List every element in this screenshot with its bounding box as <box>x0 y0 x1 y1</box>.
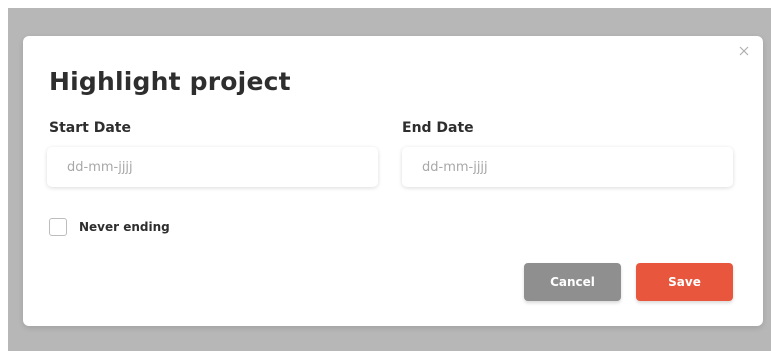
cancel-button[interactable]: Cancel <box>524 263 621 301</box>
dialog-title: Highlight project <box>49 67 291 96</box>
save-button[interactable]: Save <box>636 263 733 301</box>
highlight-project-dialog: Highlight project Start Date End Date Ne… <box>23 36 763 326</box>
start-date-input[interactable] <box>47 147 378 187</box>
never-ending-label: Never ending <box>79 220 170 234</box>
never-ending-option[interactable]: Never ending <box>49 218 170 236</box>
end-date-input[interactable] <box>402 147 733 187</box>
close-icon[interactable] <box>737 44 751 58</box>
end-date-label: End Date <box>402 120 474 136</box>
never-ending-checkbox[interactable] <box>49 218 67 236</box>
start-date-label: Start Date <box>49 120 131 136</box>
